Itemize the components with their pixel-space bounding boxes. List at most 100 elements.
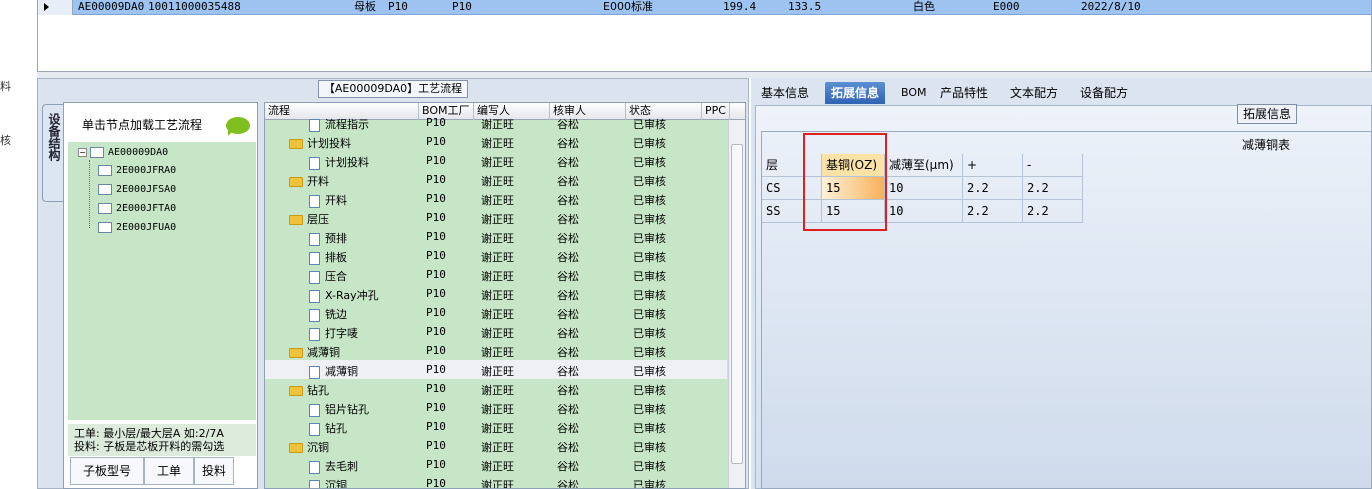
bom-factory-cell: P10 xyxy=(426,135,446,148)
tree-child-node[interactable]: 2E000JFTA0 xyxy=(98,202,176,216)
reviewer-cell: 谷松 xyxy=(557,441,579,454)
process-name-text: 钻孔 xyxy=(307,384,329,397)
process-row[interactable]: 打字唛 P10 谢正旺 谷松 已审核 xyxy=(265,322,727,341)
process-row[interactable]: 层压 P10 谢正旺 谷松 已审核 xyxy=(265,208,727,227)
process-name-text: 压合 xyxy=(325,270,347,283)
process-name: 计划投料 xyxy=(289,135,351,151)
process-row[interactable]: 钻孔 P10 谢正旺 谷松 已审核 xyxy=(265,417,727,436)
process-row[interactable]: 减薄铜 P10 谢正旺 谷松 已审核 xyxy=(265,360,727,379)
writer-cell: 谢正旺 xyxy=(481,270,514,283)
reviewer-cell: 谷松 xyxy=(557,137,579,150)
row-value-1: 199.4 xyxy=(723,0,757,13)
row-value-2: 133.5 xyxy=(788,0,822,13)
process-row[interactable]: 排板 P10 谢正旺 谷松 已审核 xyxy=(265,246,727,265)
node-icon xyxy=(98,164,112,176)
reviewer-cell: 谷松 xyxy=(557,308,579,321)
status-cell: 已审核 xyxy=(633,327,666,340)
bom-factory-cell: P10 xyxy=(426,382,446,395)
process-row[interactable]: 沉铜 P10 谢正旺 谷松 已审核 xyxy=(265,436,727,455)
bom-factory-cell: P10 xyxy=(426,154,446,167)
cell-thin-to[interactable]: 10 xyxy=(885,200,963,223)
process-name-text: 计划投料 xyxy=(325,156,369,169)
speech-bubble-icon xyxy=(226,117,250,136)
process-row[interactable]: 压合 P10 谢正旺 谷松 已审核 xyxy=(265,265,727,284)
row-type: 母板 xyxy=(354,0,376,13)
document-icon xyxy=(309,232,320,246)
document-icon xyxy=(309,422,320,436)
status-cell: 已审核 xyxy=(633,384,666,397)
cell-thin-to[interactable]: 10 xyxy=(885,177,963,200)
tree-root-node[interactable]: − AE00009DA0 xyxy=(78,146,168,160)
bom-factory-cell: P10 xyxy=(426,363,446,376)
writer-cell: 谢正旺 xyxy=(481,384,514,397)
vertical-scrollbar[interactable] xyxy=(728,120,745,488)
process-row[interactable]: 减薄铜 P10 谢正旺 谷松 已审核 xyxy=(265,341,727,360)
process-row[interactable]: 流程指示 P10 谢正旺 谷松 已审核 xyxy=(265,113,727,132)
top-grid: AE00009DA0 10011000035488 母板 P10 P10 E00… xyxy=(37,0,1372,72)
tab-extended-info[interactable]: 拓展信息 xyxy=(825,82,886,104)
tree-child-node[interactable]: 2E000JFUA0 xyxy=(98,221,176,235)
status-cell: 已审核 xyxy=(633,346,666,359)
reviewer-cell: 谷松 xyxy=(557,156,579,169)
tab-sub-board-model[interactable]: 子板型号 xyxy=(70,457,144,485)
node-icon xyxy=(90,146,104,158)
writer-cell: 谢正旺 xyxy=(481,422,514,435)
process-name-text: 沉铜 xyxy=(325,479,347,489)
process-row[interactable]: 铝片钻孔 P10 谢正旺 谷松 已审核 xyxy=(265,398,727,417)
extended-info-label: 拓展信息 xyxy=(1237,104,1297,124)
process-row[interactable]: 计划投料 P10 谢正旺 谷松 已审核 xyxy=(265,151,727,170)
tab-equipment-recipe[interactable]: 设备配方 xyxy=(1074,82,1134,104)
writer-cell: 谢正旺 xyxy=(481,479,514,489)
process-row[interactable]: 去毛刺 P10 谢正旺 谷松 已审核 xyxy=(265,455,727,474)
row-color: 白色 xyxy=(913,0,935,13)
status-cell: 已审核 xyxy=(633,479,666,489)
tab-basic-info[interactable]: 基本信息 xyxy=(755,82,815,104)
bom-factory-cell: P10 xyxy=(426,249,446,262)
highlight-box xyxy=(803,133,887,231)
collapse-icon[interactable]: − xyxy=(78,147,87,157)
bom-factory-cell: P10 xyxy=(426,325,446,338)
cell-minus[interactable]: 2.2 xyxy=(1023,200,1083,223)
writer-cell: 谢正旺 xyxy=(481,441,514,454)
process-name: 流程指示 xyxy=(309,116,369,132)
process-name-text: 开料 xyxy=(325,194,347,207)
header-minus: - xyxy=(1023,154,1083,177)
row-standard: E000标准 xyxy=(603,0,653,13)
writer-cell: 谢正旺 xyxy=(481,194,514,207)
cell-plus[interactable]: 2.2 xyxy=(963,177,1023,200)
process-name: 层压 xyxy=(289,211,329,227)
status-cell: 已审核 xyxy=(633,403,666,416)
process-row[interactable]: 预排 P10 谢正旺 谷松 已审核 xyxy=(265,227,727,246)
status-cell: 已审核 xyxy=(633,213,666,226)
writer-cell: 谢正旺 xyxy=(481,327,514,340)
status-cell: 已审核 xyxy=(633,156,666,169)
scrollbar-thumb[interactable] xyxy=(731,144,743,464)
status-cell: 已审核 xyxy=(633,270,666,283)
bom-factory-cell: P10 xyxy=(426,344,446,357)
tab-work-order[interactable]: 工单 xyxy=(144,457,194,485)
tab-feeding[interactable]: 投料 xyxy=(194,457,234,485)
tab-product-characteristics[interactable]: 产品特性 xyxy=(934,82,994,104)
tab-bom[interactable]: BOM xyxy=(895,82,933,104)
process-panel-title: 【AE00009DA0】工艺流程 xyxy=(318,80,468,98)
process-grid: 流程 BOM工厂 编写人 核审人 状态 PPC 流程指示 P10 谢正旺 谷松 已审核计… xyxy=(264,102,746,489)
process-row[interactable]: 钻孔 P10 谢正旺 谷松 已审核 xyxy=(265,379,727,398)
process-row[interactable]: 计划投料 P10 谢正旺 谷松 已审核 xyxy=(265,132,727,151)
process-row[interactable]: 沉铜 P10 谢正旺 谷松 已审核 xyxy=(265,474,727,489)
process-row[interactable]: 铣边 P10 谢正旺 谷松 已审核 xyxy=(265,303,727,322)
process-row[interactable]: X-Ray冲孔 P10 谢正旺 谷松 已审核 xyxy=(265,284,727,303)
selected-table-row[interactable]: AE00009DA0 10011000035488 母板 P10 P10 E00… xyxy=(38,0,1371,15)
process-name: 钻孔 xyxy=(309,420,347,436)
document-icon xyxy=(309,251,320,265)
process-row[interactable]: 开料 P10 谢正旺 谷松 已审核 xyxy=(265,170,727,189)
writer-cell: 谢正旺 xyxy=(481,137,514,150)
process-name-text: X-Ray冲孔 xyxy=(325,289,379,302)
status-cell: 已审核 xyxy=(633,251,666,264)
cell-minus[interactable]: 2.2 xyxy=(1023,177,1083,200)
tree-child-node[interactable]: 2E000JFSA0 xyxy=(98,183,176,197)
cell-plus[interactable]: 2.2 xyxy=(963,200,1023,223)
tab-text-recipe[interactable]: 文本配方 xyxy=(1004,82,1064,104)
tree-child-node[interactable]: 2E000JFRA0 xyxy=(98,164,176,178)
process-row[interactable]: 开料 P10 谢正旺 谷松 已审核 xyxy=(265,189,727,208)
tab-equipment-structure[interactable]: 设备结构 xyxy=(42,104,64,202)
